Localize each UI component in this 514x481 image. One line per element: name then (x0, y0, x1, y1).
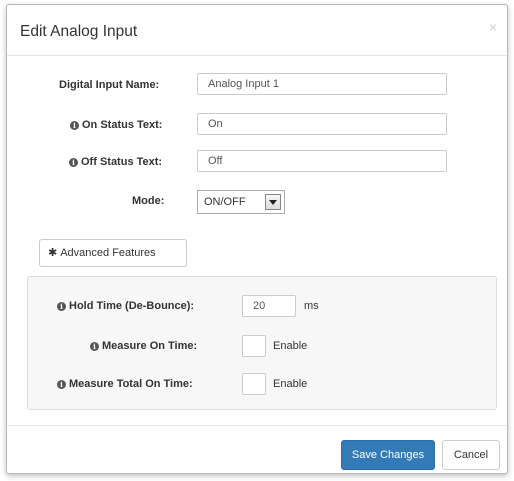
name-label: Digital Input Name: (59, 79, 159, 91)
hold-time-unit: ms (304, 300, 319, 312)
mode-label: Mode: (132, 195, 165, 207)
advanced-features-label: Advanced Features (60, 247, 156, 259)
measure-on-enable-label: Enable (273, 340, 308, 352)
close-icon[interactable]: × (489, 19, 497, 35)
cancel-button[interactable]: Cancel (442, 440, 500, 470)
measure-on-label: i Measure On Time: (90, 340, 197, 352)
footer-divider (7, 425, 507, 426)
off-status-input[interactable]: Off (197, 150, 447, 172)
off-status-label: i Off Status Text: (69, 156, 162, 168)
on-status-label: i On Status Text: (70, 119, 162, 131)
info-icon: i (57, 302, 66, 311)
save-changes-button[interactable]: Save Changes (341, 440, 435, 470)
chevron-down-icon[interactable] (265, 194, 281, 210)
gear-icon: ✱ (48, 247, 58, 259)
mode-select[interactable]: ON/OFF (197, 190, 285, 214)
info-icon: i (69, 158, 78, 167)
measure-total-label-text: Measure Total On Time: (69, 378, 193, 390)
info-icon: i (90, 342, 99, 351)
info-icon: i (57, 380, 66, 389)
dialog-title: Edit Analog Input (20, 23, 138, 40)
measure-on-checkbox[interactable] (242, 335, 266, 357)
on-status-label-text: On Status Text: (82, 119, 163, 131)
measure-total-checkbox[interactable] (242, 373, 266, 395)
hold-time-label-text: Hold Time (De-Bounce): (69, 300, 195, 312)
on-status-input[interactable]: On (197, 113, 447, 135)
advanced-features-panel: i Hold Time (De-Bounce): 20 ms i Measure O… (27, 276, 497, 410)
edit-analog-input-dialog: Edit Analog Input × Digital Input Name: … (6, 4, 508, 474)
off-status-label-text: Off Status Text: (81, 156, 163, 168)
advanced-features-button[interactable]: ✱ Advanced Features (39, 239, 187, 267)
info-icon: i (70, 121, 79, 130)
mode-select-value: ON/OFF (204, 196, 246, 208)
measure-on-label-text: Measure On Time: (102, 340, 198, 352)
measure-total-label: i Measure Total On Time: (57, 378, 193, 390)
measure-total-enable-label: Enable (273, 378, 308, 390)
dialog-header: Edit Analog Input × (7, 5, 507, 56)
hold-time-input[interactable]: 20 (242, 295, 296, 317)
name-label-text: Digital Input Name: (59, 79, 160, 91)
hold-time-label: i Hold Time (De-Bounce): (57, 300, 194, 312)
name-input[interactable]: Analog Input 1 (197, 73, 447, 95)
